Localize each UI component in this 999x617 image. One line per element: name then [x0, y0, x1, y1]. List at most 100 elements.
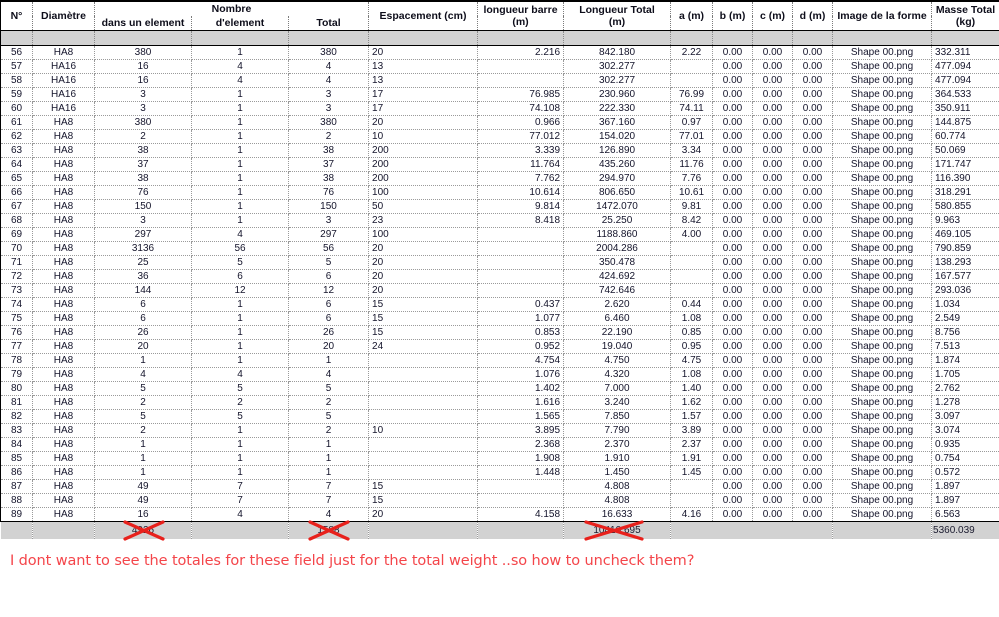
cell-masse-total[interactable]: 7.513	[931, 339, 999, 355]
cell-c[interactable]: 0.00	[752, 115, 794, 131]
cell-no[interactable]: 56	[0, 45, 33, 61]
cell-image[interactable]: Shape 00.png	[832, 479, 933, 495]
cell-d[interactable]: 0.00	[792, 353, 834, 369]
cell-dans-un-element[interactable]: 1	[94, 465, 192, 481]
cell-a[interactable]	[670, 283, 714, 299]
cell-c[interactable]: 0.00	[752, 283, 794, 299]
cell-b[interactable]: 0.00	[712, 297, 754, 313]
cell-dans-un-element[interactable]: 1	[94, 451, 192, 467]
cell-a[interactable]: 7.76	[670, 171, 714, 187]
col-header-no[interactable]: N°	[0, 2, 33, 31]
cell-dans-un-element[interactable]: 380	[94, 45, 192, 61]
cell-d[interactable]: 0.00	[792, 199, 834, 215]
cell-image[interactable]: Shape 00.png	[832, 115, 933, 131]
cell-no[interactable]: 84	[0, 437, 33, 453]
cell-espacement[interactable]: 20	[368, 507, 479, 523]
spreadsheet-sheet[interactable]: N° Diamètre Nombre Espacement (cm) longu…	[0, 0, 999, 570]
cell-no[interactable]: 88	[0, 493, 33, 509]
cell-longueur-barre[interactable]: 10.614	[477, 185, 565, 201]
cell-a[interactable]: 1.40	[670, 381, 714, 397]
cell-diametre[interactable]: HA8	[32, 199, 95, 215]
cell-c[interactable]: 0.00	[752, 311, 794, 327]
cell-c[interactable]: 0.00	[752, 381, 794, 397]
cell-longueur-barre[interactable]: 0.853	[477, 325, 565, 341]
col-header-longueur-total[interactable]: Longueur Total (m)	[563, 2, 672, 31]
cell-image[interactable]: Shape 00.png	[832, 73, 933, 89]
cell-a[interactable]: 0.95	[670, 339, 714, 355]
cell-dans-un-element[interactable]: 25	[94, 255, 192, 271]
cell-longueur-total[interactable]: 3.240	[563, 395, 672, 411]
cell-no[interactable]: 59	[0, 87, 33, 103]
cell-d[interactable]: 0.00	[792, 45, 834, 61]
cell-longueur-total[interactable]: 4.808	[563, 493, 672, 509]
cell-dans-un-element[interactable]: 4	[94, 367, 192, 383]
cell-c[interactable]: 0.00	[752, 227, 794, 243]
cell-b[interactable]: 0.00	[712, 409, 754, 425]
cell-a[interactable]: 77.01	[670, 129, 714, 145]
cell-image[interactable]: Shape 00.png	[832, 157, 933, 173]
cell-no[interactable]: 69	[0, 227, 33, 243]
cell-b[interactable]: 0.00	[712, 129, 754, 145]
cell-dans-un-element[interactable]: 6	[94, 297, 192, 313]
cell-total[interactable]: 4	[287, 73, 370, 89]
cell-no[interactable]: 79	[0, 367, 33, 383]
cell-a[interactable]: 10.61	[670, 185, 714, 201]
cell-masse-total[interactable]: 1.034	[931, 297, 999, 313]
cell-masse-total[interactable]: 0.754	[931, 451, 999, 467]
table-row[interactable]: 83 HA8 2 1 2 10 3.895 7.790 3.89 0.00 0.00 0.00 Shap…	[0, 423, 999, 439]
cell-c[interactable]: 0.00	[752, 507, 794, 523]
cell-longueur-total[interactable]: 16.633	[563, 507, 672, 523]
cell-d[interactable]: 0.00	[792, 423, 834, 439]
cell-d[interactable]: 0.00	[792, 479, 834, 495]
cell-longueur-total[interactable]: 1188.860	[563, 227, 672, 243]
cell-a[interactable]: 2.22	[670, 45, 714, 61]
cell-longueur-barre[interactable]: 2.368	[477, 437, 565, 453]
col-header-b[interactable]: b (m)	[712, 2, 754, 31]
cell-b[interactable]: 0.00	[712, 367, 754, 383]
cell-a[interactable]	[670, 255, 714, 271]
cell-masse-total[interactable]: 50.069	[931, 143, 999, 159]
cell-total[interactable]: 2	[287, 423, 370, 439]
cell-no[interactable]: 65	[0, 171, 33, 187]
cell-longueur-barre[interactable]: 1.908	[477, 451, 565, 467]
cell-no[interactable]: 77	[0, 339, 33, 355]
cell-d-element[interactable]: 5	[191, 409, 289, 425]
cell-dans-un-element[interactable]: 37	[94, 157, 192, 173]
cell-d-element[interactable]: 1	[191, 311, 289, 327]
cell-diametre[interactable]: HA16	[32, 101, 95, 117]
cell-dans-un-element[interactable]: 144	[94, 283, 192, 299]
table-row[interactable]: 66 HA8 76 1 76 100 10.614 806.650 10.61 0.00 0.00 0…	[0, 185, 999, 201]
cell-dans-un-element[interactable]: 38	[94, 171, 192, 187]
cell-a[interactable]: 1.57	[670, 409, 714, 425]
cell-longueur-total[interactable]: 7.790	[563, 423, 672, 439]
cell-image[interactable]: Shape 00.png	[832, 493, 933, 509]
filter-cell-masse-total[interactable]	[931, 30, 999, 47]
cell-c[interactable]: 0.00	[752, 185, 794, 201]
cell-masse-total[interactable]: 318.291	[931, 185, 999, 201]
cell-a[interactable]: 0.44	[670, 297, 714, 313]
cell-a[interactable]	[670, 59, 714, 75]
cell-c[interactable]: 0.00	[752, 325, 794, 341]
cell-image[interactable]: Shape 00.png	[832, 283, 933, 299]
table-row[interactable]: 78 HA8 1 1 1 4.754 4.750 4.75 0.00 0.00 0.00 Shape …	[0, 353, 999, 369]
cell-b[interactable]: 0.00	[712, 423, 754, 439]
cell-c[interactable]: 0.00	[752, 297, 794, 313]
cell-c[interactable]: 0.00	[752, 157, 794, 173]
cell-d-element[interactable]: 1	[191, 115, 289, 131]
cell-c[interactable]: 0.00	[752, 101, 794, 117]
cell-espacement[interactable]: 15	[368, 297, 479, 313]
cell-d[interactable]: 0.00	[792, 283, 834, 299]
cell-image[interactable]: Shape 00.png	[832, 465, 933, 481]
cell-espacement[interactable]: 20	[368, 269, 479, 285]
cell-total[interactable]: 5	[287, 409, 370, 425]
cell-longueur-total[interactable]: 2004.286	[563, 241, 672, 257]
cell-dans-un-element[interactable]: 49	[94, 493, 192, 509]
cell-c[interactable]: 0.00	[752, 59, 794, 75]
cell-longueur-barre[interactable]: 1.402	[477, 381, 565, 397]
cell-total[interactable]: 38	[287, 171, 370, 187]
cell-longueur-total[interactable]: 302.277	[563, 73, 672, 89]
cell-a[interactable]: 0.97	[670, 115, 714, 131]
cell-longueur-total[interactable]: 1.450	[563, 465, 672, 481]
cell-masse-total[interactable]: 144.875	[931, 115, 999, 131]
cell-d-element[interactable]: 1	[191, 171, 289, 187]
